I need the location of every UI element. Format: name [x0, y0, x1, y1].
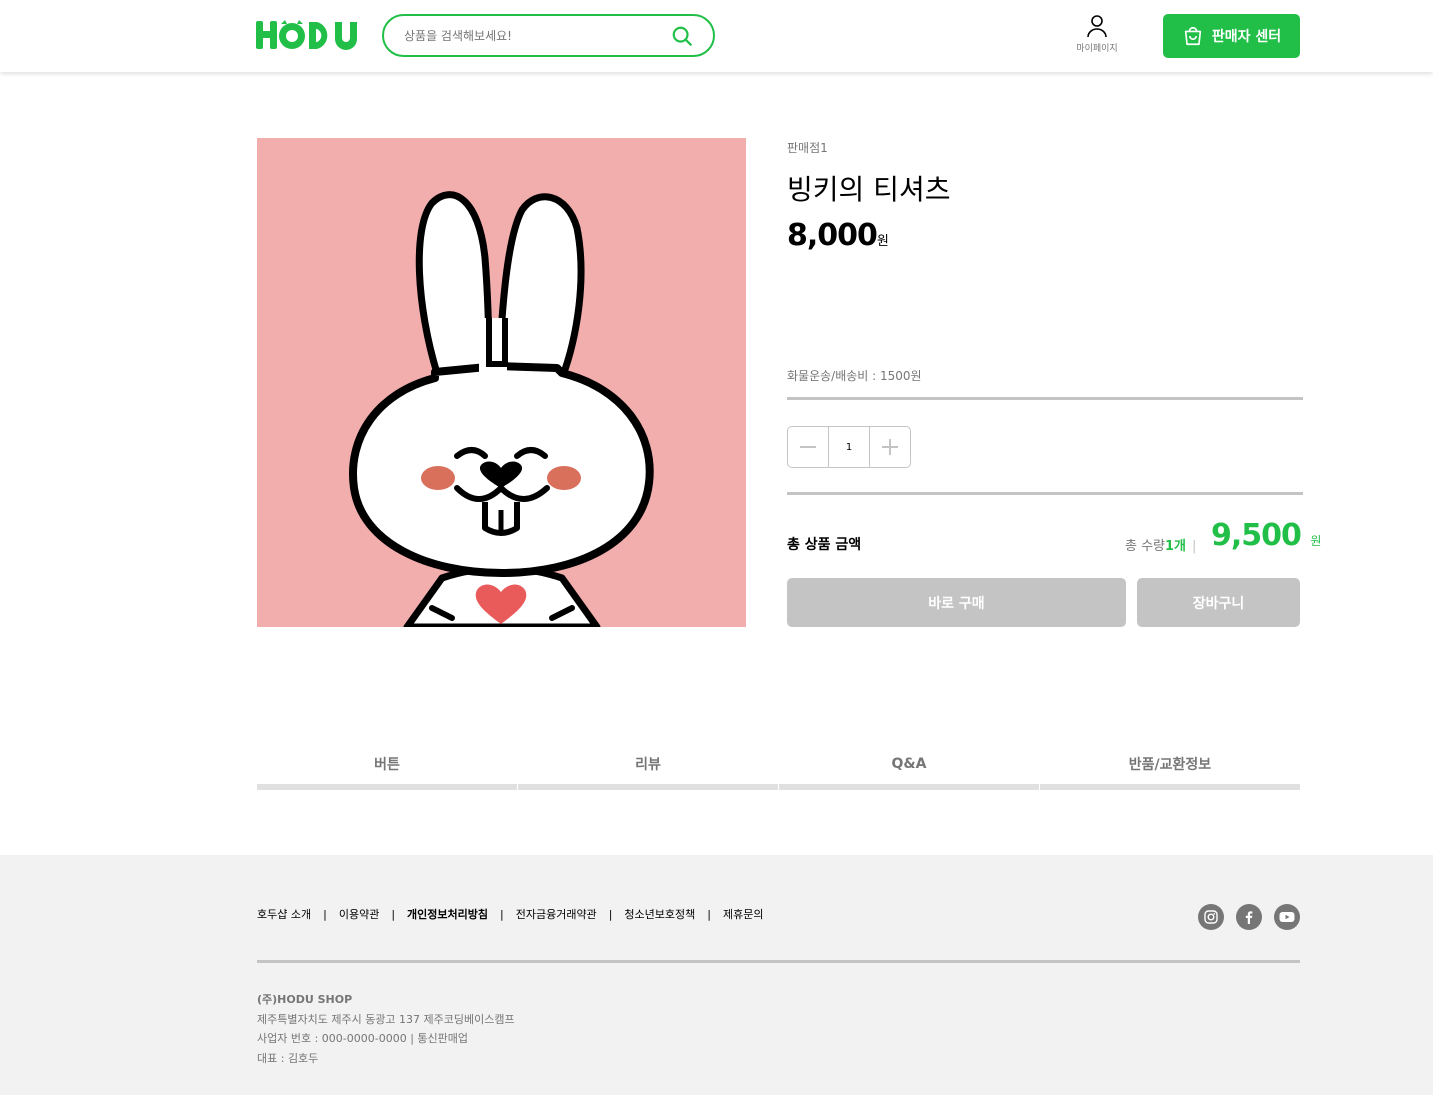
user-icon	[1087, 15, 1107, 38]
separator: |	[500, 907, 504, 921]
instagram-icon[interactable]	[1198, 904, 1224, 930]
product-image	[257, 138, 746, 627]
seller-center-button[interactable]: 판매자 센터	[1163, 14, 1300, 58]
divider	[787, 397, 1303, 400]
add-to-cart-button[interactable]: 장바구니	[1137, 578, 1300, 627]
divider	[257, 960, 1300, 963]
buy-now-button[interactable]: 바로 구매	[787, 578, 1126, 627]
plus-icon	[882, 439, 898, 455]
footer-link-terms[interactable]: 이용약관	[339, 906, 379, 922]
company-address: 제주특별자치도 제주시 동광고 137 제주코딩베이스캠프	[257, 1012, 515, 1026]
facebook-icon[interactable]	[1236, 904, 1262, 930]
quantity-value[interactable]: 1	[828, 427, 870, 467]
separator: |	[707, 907, 711, 921]
separator: |	[608, 907, 613, 921]
shipping-info: 화물운송/배송비 : 1500원	[787, 369, 922, 383]
youtube-icon[interactable]	[1274, 904, 1300, 930]
total-quantity: 총 수량1개 |	[1125, 535, 1202, 554]
total-qty-value: 1개	[1165, 539, 1187, 554]
seller-center-label: 판매자 센터	[1211, 29, 1282, 45]
separator: |	[323, 907, 327, 921]
tab-qna[interactable]: Q&A	[779, 743, 1039, 790]
search-bar	[382, 14, 715, 57]
ceo-name: 대표 : 김호두	[257, 1051, 319, 1065]
total-price: 9,500 원	[1211, 518, 1321, 553]
product-tabs: 버튼 리뷰 Q&A 반품/교환정보	[257, 743, 1300, 790]
footer-links: 호두샵 소개 | 이용약관 | 개인정보처리방침 | 전자금융거래약관 | 청소…	[257, 906, 763, 922]
footer-link-partnership[interactable]: 제휴문의	[723, 906, 763, 922]
bunny-illustration	[349, 191, 654, 627]
mypage-label: 마이페이지	[1076, 44, 1118, 54]
hodu-logo[interactable]	[256, 18, 358, 52]
tab-button[interactable]: 버튼	[257, 743, 517, 790]
footer-link-youth[interactable]: 청소년보호정책	[624, 906, 695, 922]
tab-review[interactable]: 리뷰	[518, 743, 778, 790]
quantity-stepper: 1	[787, 426, 911, 468]
footer-link-privacy[interactable]: 개인정보처리방침	[407, 906, 488, 922]
divider	[787, 492, 1303, 495]
site-footer: 호두샵 소개 | 이용약관 | 개인정보처리방침 | 전자금융거래약관 | 청소…	[0, 855, 1433, 1095]
tab-return-exchange[interactable]: 반품/교환정보	[1040, 743, 1300, 790]
decrease-button[interactable]	[788, 427, 828, 467]
search-input[interactable]	[404, 26, 664, 46]
total-price-unit: 원	[1310, 534, 1322, 548]
mypage-button[interactable]: 마이페이지	[1072, 14, 1122, 58]
business-number: 사업자 번호 : 000-0000-0000 | 통신판매업	[257, 1032, 469, 1045]
total-label: 총 상품 금액	[787, 537, 862, 553]
price-unit: 원	[876, 234, 889, 249]
shopping-bag-icon	[1184, 26, 1202, 46]
store-name: 판매점1	[787, 141, 828, 155]
price-value: 8,000	[787, 218, 878, 253]
site-header: 마이페이지 판매자 센터	[0, 0, 1433, 72]
product-title: 빙키의 티셔츠	[787, 173, 951, 206]
separator: |	[1192, 539, 1197, 554]
sns-links	[1198, 904, 1300, 930]
separator: |	[391, 907, 396, 921]
total-price-value: 9,500	[1211, 518, 1302, 553]
product-price: 8,000원	[787, 218, 889, 253]
total-qty-prefix: 총 수량	[1125, 539, 1166, 554]
footer-link-efinance[interactable]: 전자금융거래약관	[516, 906, 597, 922]
company-name: (주)HODU SHOP	[257, 993, 353, 1006]
search-icon[interactable]	[671, 25, 693, 47]
minus-icon	[800, 446, 816, 448]
company-info: (주)HODU SHOP 제주특별자치도 제주시 동광고 137 제주코딩베이스…	[257, 990, 515, 1068]
footer-link-about[interactable]: 호두샵 소개	[257, 906, 311, 922]
increase-button[interactable]	[870, 427, 910, 467]
